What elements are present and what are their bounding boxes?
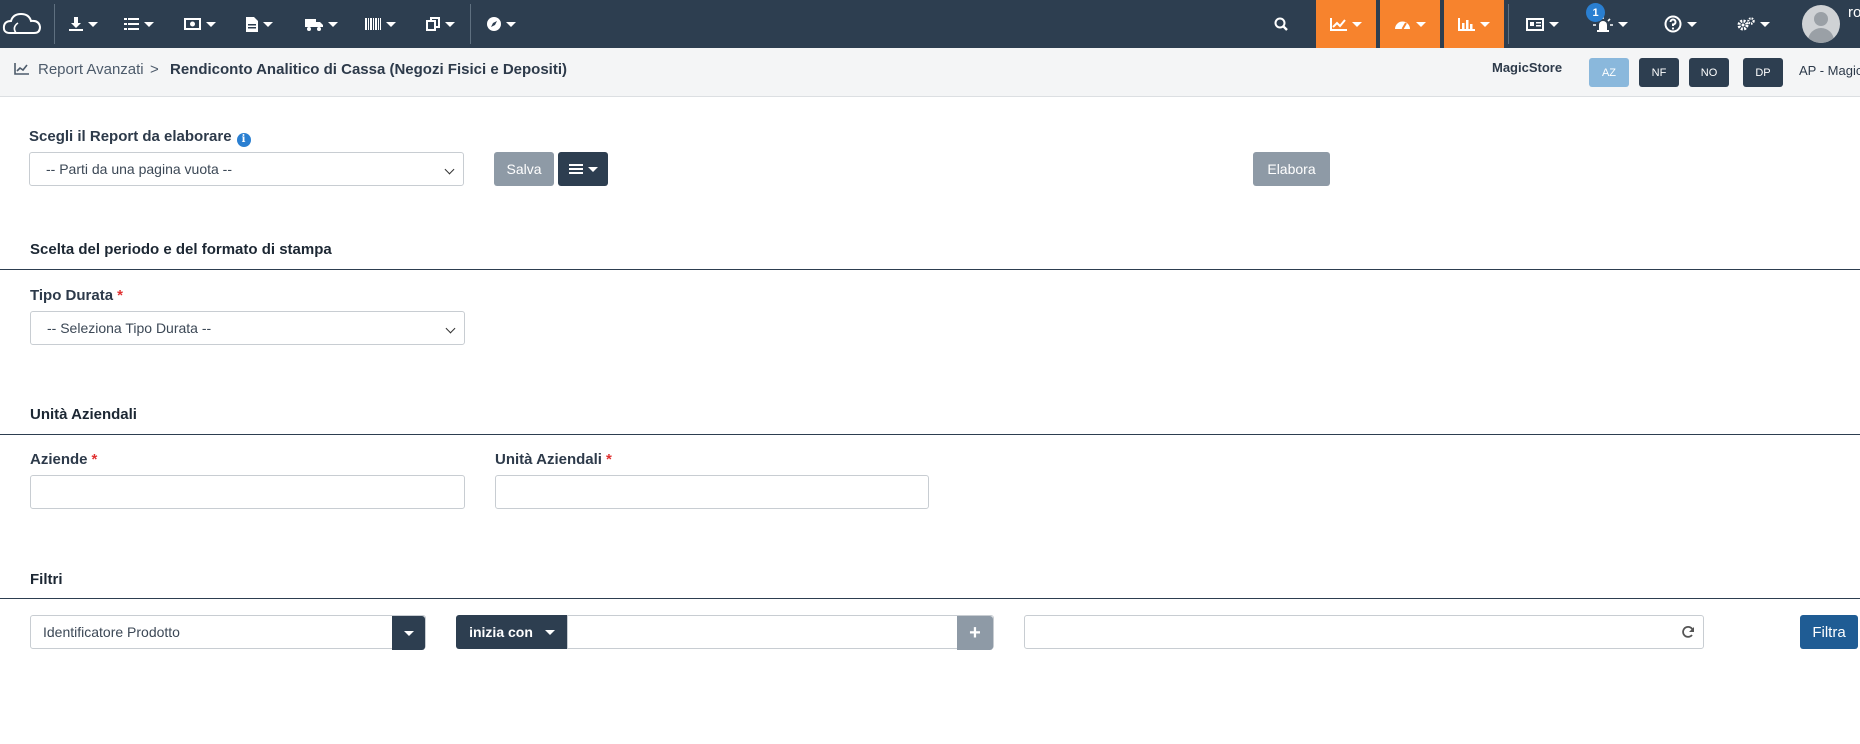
download-menu[interactable] <box>66 0 100 48</box>
scope-pill-nf[interactable]: NF <box>1639 58 1679 87</box>
money-icon <box>184 18 201 30</box>
breadcrumb-separator: > <box>150 60 159 78</box>
chevron-down-icon <box>544 629 555 635</box>
section-divider <box>0 269 1860 270</box>
download-icon <box>68 17 83 31</box>
help-menu[interactable] <box>1660 0 1700 48</box>
report-options-button[interactable] <box>558 152 608 186</box>
required-mark: * <box>605 451 612 468</box>
section-divider <box>0 598 1860 599</box>
barcode-menu[interactable] <box>362 0 398 48</box>
copy-icon <box>425 17 440 31</box>
report-select[interactable]: -- Parti da una pagina vuota -- <box>29 152 464 186</box>
report-select-value: -- Parti da una pagina vuota -- <box>46 161 232 177</box>
navbar-divider <box>54 4 55 44</box>
required-mark: * <box>91 451 98 468</box>
duration-label: Tipo Durata * <box>30 287 123 304</box>
report-label-text: Scegli il Report da elaborare <box>29 128 232 145</box>
units-section-title: Unità Aziendali <box>30 406 137 423</box>
dashboard-menu[interactable] <box>1380 0 1440 48</box>
bar-chart-icon <box>1458 17 1475 31</box>
report-label: Scegli il Report da elaborare i <box>29 128 251 147</box>
notification-badge: 1 <box>1586 3 1605 22</box>
copy-menu[interactable] <box>422 0 458 48</box>
help-icon <box>1664 15 1681 33</box>
info-icon[interactable]: i <box>236 133 251 147</box>
filter-field-value: Identificatore Prodotto <box>43 624 180 640</box>
active-filters-input[interactable] <box>1024 615 1704 649</box>
document-icon <box>245 16 258 32</box>
section-divider <box>0 434 1860 435</box>
required-mark: * <box>117 287 123 304</box>
duration-select-value: -- Seleziona Tipo Durata -- <box>47 320 212 336</box>
filter-field-dropdown-button[interactable] <box>392 616 425 650</box>
period-section-title: Scelta del periodo e del formato di stam… <box>30 241 332 258</box>
navbar-divider <box>1508 4 1509 44</box>
companies-input[interactable] <box>30 475 465 509</box>
store-name: MagicStore <box>1492 60 1563 75</box>
top-navbar: 1 ro <box>0 0 1860 48</box>
search-icon <box>1274 17 1288 31</box>
user-name[interactable]: ro <box>1848 4 1860 21</box>
menu-icon <box>568 162 583 176</box>
compass-icon <box>486 17 501 31</box>
reports-menu[interactable] <box>1316 0 1376 48</box>
alerts-menu[interactable]: 1 <box>1582 0 1638 48</box>
page-title: Rendiconto Analitico di Cassa (Negozi Fi… <box>170 60 568 78</box>
list-menu[interactable] <box>121 0 157 48</box>
breadcrumb-parent-label: Report Avanzati <box>38 60 144 78</box>
filter-field-select[interactable]: Identificatore Prodotto <box>30 615 426 650</box>
barcode-icon <box>364 18 381 30</box>
scope-pill-dp[interactable]: DP <box>1743 58 1783 87</box>
id-card-icon <box>1525 17 1544 31</box>
add-filter-button[interactable]: + <box>957 616 993 650</box>
list-icon <box>124 18 139 30</box>
operator-label: inizia con <box>469 624 533 640</box>
line-chart-icon <box>1330 17 1347 31</box>
filters-section-title: Filtri <box>30 571 63 588</box>
logistics-menu[interactable] <box>302 0 340 48</box>
chevron-down-icon <box>403 630 414 636</box>
duration-select[interactable]: -- Seleziona Tipo Durata -- <box>30 311 465 345</box>
filter-value-input[interactable]: + <box>567 615 994 650</box>
contacts-menu[interactable] <box>1522 0 1562 48</box>
chevron-down-icon <box>445 323 456 334</box>
cloud-logo-icon[interactable] <box>0 0 44 48</box>
breadcrumb-parent[interactable]: Report Avanzati <box>14 48 144 90</box>
units-input[interactable] <box>495 475 929 509</box>
filter-button[interactable]: Filtra <box>1800 615 1858 649</box>
save-button[interactable]: Salva <box>494 152 554 186</box>
explore-menu[interactable] <box>484 0 518 48</box>
units-label: Unità Aziendali * <box>495 451 612 468</box>
user-avatar[interactable] <box>1802 5 1840 43</box>
companies-label: Aziende * <box>30 451 97 468</box>
refresh-icon[interactable] <box>1681 625 1695 639</box>
scope-pill-az[interactable]: AZ <box>1589 58 1629 87</box>
search-button[interactable] <box>1268 0 1294 48</box>
documents-menu[interactable] <box>242 0 276 48</box>
scope-pill-no[interactable]: NO <box>1689 58 1729 87</box>
chevron-down-icon <box>444 164 455 175</box>
duration-label-text: Tipo Durata <box>30 287 114 304</box>
units-label-text: Unità Aziendali <box>495 451 602 468</box>
navbar-divider <box>470 4 471 44</box>
settings-menu[interactable] <box>1728 0 1778 48</box>
company-code: AP - Magic <box>1799 63 1860 78</box>
companies-label-text: Aziende <box>30 451 88 468</box>
dashboard-icon <box>1395 21 1410 30</box>
cash-menu[interactable] <box>182 0 218 48</box>
breadcrumb-bar: Report Avanzati > Rendiconto Analitico d… <box>0 48 1860 97</box>
operator-dropdown[interactable]: inizia con <box>456 615 568 649</box>
cogs-icon <box>1737 17 1755 31</box>
process-button[interactable]: Elabora <box>1253 152 1330 186</box>
line-chart-icon <box>14 63 29 75</box>
truck-icon <box>304 18 323 31</box>
statistics-menu[interactable] <box>1444 0 1504 48</box>
